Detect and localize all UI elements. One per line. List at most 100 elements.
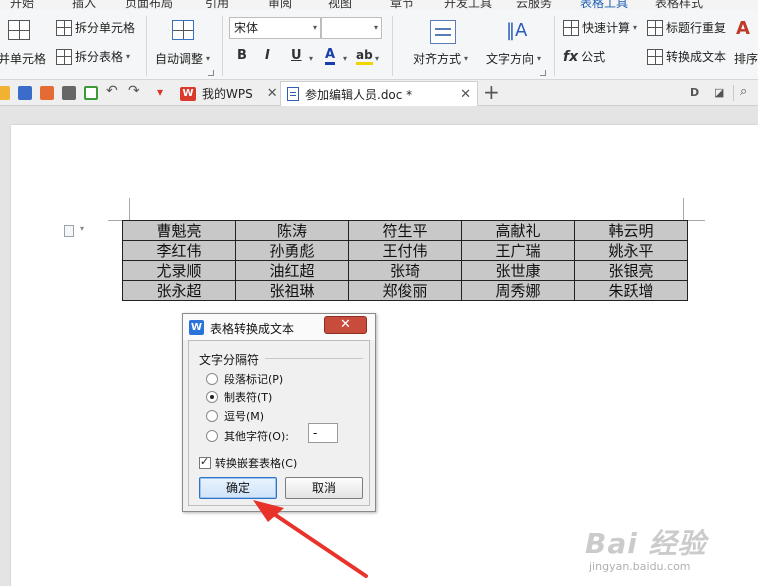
watermark-url: jingyan.baidu.com [589,560,691,573]
print-preview-icon[interactable] [84,86,98,100]
names-table[interactable]: 曹魁亮 陈涛 符生平 高献礼 韩云明李红伟 孙勇彪 王付伟 王广瑞 姚永平尤录顺 油红超 张琦 张世康… [122,220,688,301]
convert-to-text-icon [647,48,663,65]
feedback-icon[interactable]: ◪ [714,86,724,99]
split-table-label: 拆分表格 [75,50,124,64]
radio-tab[interactable]: 制表符(T) [206,389,272,405]
font-color-button[interactable]: A [325,48,336,65]
chevron-down-icon: ▾ [206,54,211,63]
split-table-button[interactable]: 拆分表格 ▾ [56,48,130,65]
menu-tab-page-layout[interactable]: 页面布局 [125,0,173,10]
table-cell[interactable]: 符生平 [348,220,462,241]
table-cell[interactable]: 油红超 [235,260,349,281]
table-cell[interactable]: 王广瑞 [461,240,575,261]
text-direction-icon: ‖A [506,20,528,41]
align-button[interactable]: 对齐方式 ▾ [413,50,468,67]
radio-paragraph-mark-label: 段落标记(P) [224,373,284,386]
document-icon [287,87,299,101]
ok-button[interactable]: 确定 [199,477,277,499]
table-cell[interactable]: 王付伟 [348,240,462,261]
quick-calc-button[interactable]: 快速计算 ▾ [563,19,637,36]
convert-table-to-text-dialog: W 表格转换成文本 ✕ 文字分隔符 段落标记(P) 制表符(T) 逗号(M) 其… [182,313,376,512]
merge-cells-label: 合并单元格 [0,52,47,66]
document-page[interactable] [11,125,758,586]
share-icon[interactable]: D [690,86,699,99]
customize-toolbar-icon[interactable]: ▾ [157,85,163,99]
table-cell[interactable]: 周秀娜 [461,280,575,301]
highlight-button[interactable]: ab [356,48,373,65]
underline-button[interactable]: U [291,48,302,63]
close-icon[interactable]: ✕ [267,86,278,101]
font-size-select[interactable]: ▾ [321,17,382,39]
table-cell[interactable]: 朱跃增 [574,280,688,301]
undo-icon[interactable]: ↶ [106,83,118,99]
radio-circle-icon [206,373,218,385]
table-cell[interactable]: 姚永平 [574,240,688,261]
menu-tab-table-tools[interactable]: 表格工具 [580,0,628,10]
autofit-dialog-launcher-icon[interactable] [208,70,214,76]
radio-comma[interactable]: 逗号(M) [206,408,264,424]
other-char-input[interactable]: - [308,423,338,443]
redo-icon[interactable]: ↷ [128,83,140,99]
nested-table-checkbox[interactable]: 转换嵌套表格(C) [199,455,297,471]
convert-to-text-button[interactable]: 转换成文本 [647,48,726,65]
menu-tab-cloud[interactable]: 云服务 [516,0,552,10]
radio-paragraph-mark[interactable]: 段落标记(P) [206,371,283,387]
table-cell[interactable]: 张琦 [348,260,462,281]
menu-tab-developer[interactable]: 开发工具 [444,0,492,10]
table-cell[interactable]: 张永超 [122,280,236,301]
font-name-select[interactable]: 宋体 ▾ [229,17,321,39]
menu-tab-chapter[interactable]: 章节 [390,0,414,10]
tab-my-wps[interactable]: W 我的WPS ✕ [174,81,284,106]
document-area[interactable] [0,107,758,586]
menu-tab-review[interactable]: 审阅 [268,0,292,10]
table-cell[interactable]: 张祖琳 [235,280,349,301]
table-cell[interactable]: 张银亮 [574,260,688,281]
split-cells-button[interactable]: 拆分单元格 [56,19,135,36]
formula-button[interactable]: fx 公式 [563,48,605,65]
radio-other-char[interactable]: 其他字符(O): [206,428,289,444]
menu-tab-references[interactable]: 引用 [205,0,229,10]
export-pdf-icon[interactable] [40,86,54,100]
table-cell[interactable]: 韩云明 [574,220,688,241]
table-cell[interactable]: 陈涛 [235,220,349,241]
menu-tab-table-style[interactable]: 表格样式 [655,0,703,10]
chevron-down-icon: ▾ [343,54,348,63]
table-cell[interactable]: 郑俊丽 [348,280,462,301]
table-cell[interactable]: 曹魁亮 [122,220,236,241]
radio-circle-icon [206,430,218,442]
close-icon[interactable]: ✕ [460,87,471,102]
dialog-close-button[interactable]: ✕ [324,316,367,334]
bold-button[interactable]: B [237,48,247,63]
table-cell[interactable]: 李红伟 [122,240,236,261]
chevron-down-icon: ▾ [464,54,469,63]
add-tab-icon[interactable]: + [483,81,500,103]
dialog-title-bar[interactable]: W 表格转换成文本 ✕ [183,314,375,340]
table-cell[interactable]: 张世康 [461,260,575,281]
tab-document[interactable]: 参加编辑人员.doc * ✕ [280,81,478,106]
save-icon[interactable] [18,86,32,100]
open-folder-icon[interactable] [0,86,10,100]
chevron-down-icon[interactable]: ▾ [80,224,84,233]
search-icon[interactable]: ⌕ [740,84,747,99]
chevron-down-icon: ▾ [633,23,638,32]
text-direction-button[interactable]: 文字方向 ▾ [486,50,541,67]
tab-document-label: 参加编辑人员.doc * [305,87,413,102]
autofit-button[interactable]: 自动调整 ▾ [155,50,210,67]
formula-label: 公式 [581,50,606,64]
table-cell[interactable]: 尤录顺 [122,260,236,281]
print-icon[interactable] [62,86,76,100]
table-cell[interactable]: 孙勇彪 [235,240,349,261]
ribbon-separator [554,16,555,76]
paragraph-handle-icon[interactable] [64,225,74,237]
cancel-button[interactable]: 取消 [285,477,363,499]
italic-button[interactable]: I [265,48,270,63]
menu-tab-insert[interactable]: 插入 [72,0,96,10]
watermark-brand: Bai 经验 [585,527,707,560]
merge-cells-button[interactable]: 合并单元格 [0,50,46,67]
sort-button[interactable]: 排序 [734,50,758,67]
header-repeat-button[interactable]: 标题行重复 [647,19,726,36]
menu-tab-view[interactable]: 视图 [328,0,352,10]
alignment-dialog-launcher-icon[interactable] [540,70,546,76]
table-cell[interactable]: 高献礼 [461,220,575,241]
menu-tab-home[interactable]: 开始 [10,0,34,10]
